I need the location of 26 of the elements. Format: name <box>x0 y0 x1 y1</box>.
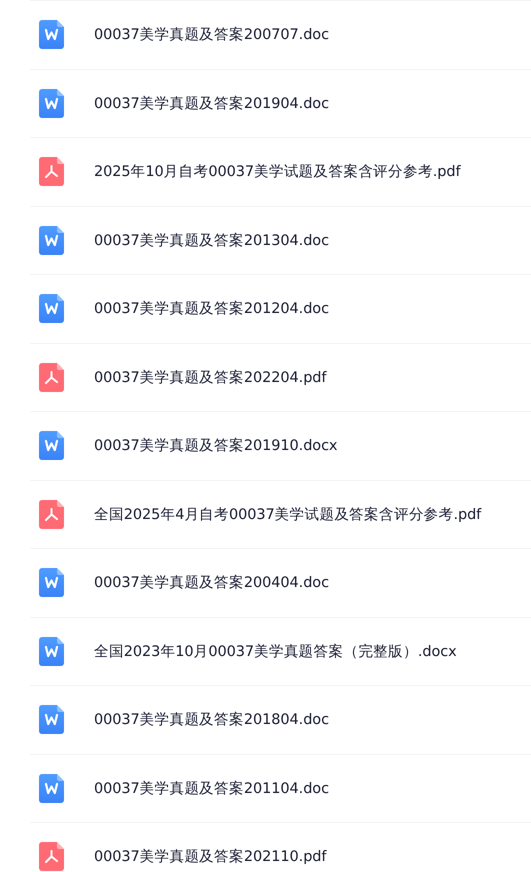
pdf-document-icon <box>39 362 64 392</box>
word-document-icon <box>39 431 64 460</box>
word-document-icon <box>39 226 64 255</box>
file-name[interactable]: 00037美学真题及答案201304.doc <box>94 230 329 250</box>
file-name[interactable]: 00037美学真题及答案202110.pdf <box>94 847 326 866</box>
file-name[interactable]: 00037美学真题及答案201104.doc <box>94 778 329 798</box>
word-document-icon <box>39 20 64 50</box>
file-name[interactable]: 00037美学真题及答案200404.doc <box>94 573 329 592</box>
word-document-icon <box>39 568 64 598</box>
pdf-document-icon <box>39 157 64 186</box>
pdf-document-icon <box>39 842 64 872</box>
file-name[interactable]: 00037美学真题及答案201804.doc <box>94 710 329 730</box>
word-document-icon <box>39 294 64 324</box>
file-name[interactable]: 00037美学真题及答案202204.pdf <box>94 368 326 387</box>
word-document-icon <box>39 88 64 118</box>
file-name[interactable]: 全国2023年10月00037美学真题答案（完整版）.docx <box>94 642 457 661</box>
word-document-icon <box>39 705 64 734</box>
word-document-icon <box>39 636 64 666</box>
word-document-icon <box>39 774 64 803</box>
file-name[interactable]: 00037美学真题及答案201904.doc <box>94 94 329 113</box>
pdf-document-icon <box>39 500 64 529</box>
file-name[interactable]: 00037美学真题及答案200707.doc <box>94 25 329 44</box>
file-name[interactable]: 00037美学真题及答案201204.doc <box>94 299 329 318</box>
file-name[interactable]: 全国2025年4月自考00037美学试题及答案含评分参考.pdf <box>94 504 482 524</box>
file-name[interactable]: 2025年10月自考00037美学试题及答案含评分参考.pdf <box>94 162 461 182</box>
file-name[interactable]: 00037美学真题及答案201910.docx <box>94 436 338 456</box>
